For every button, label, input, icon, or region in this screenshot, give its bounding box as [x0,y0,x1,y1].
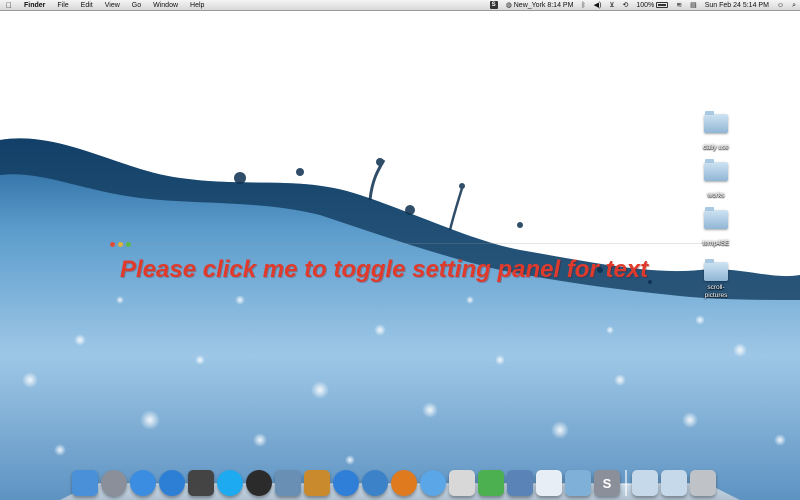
cart-icon[interactable]: ⊻ [605,0,618,11]
pencil-app-icon[interactable] [304,470,330,496]
time-machine-icon[interactable]: ⟲ [618,0,632,11]
downloads-stack-icon[interactable] [661,470,687,496]
notes-icon[interactable] [449,470,475,496]
itunes-icon[interactable] [130,470,156,496]
trash-icon[interactable] [690,470,716,496]
menu-extras: S ◍ New_York 8:14 PM ᛒ ◀) ⊻ ⟲ 100% ≋ ▤ S… [486,0,800,11]
folder-label: works [707,192,725,199]
folder-icon [704,159,728,181]
flag-us-icon[interactable]: ▤ [686,0,701,11]
world-clock-text: New_York 8:14 PM [513,1,574,9]
s-app-icon[interactable]: S [594,470,620,496]
mindmap-icon[interactable] [478,470,504,496]
documents-stack-icon[interactable] [632,470,658,496]
folder-icon [704,259,728,281]
widget-frame-line [110,243,710,244]
apple-menu-icon[interactable]:  [0,1,18,10]
menu-help[interactable]: Help [184,0,210,11]
chrome-icon[interactable] [333,470,359,496]
menu-file[interactable]: File [51,0,74,11]
dashboard-icon[interactable] [246,470,272,496]
skype-icon[interactable] [217,470,243,496]
bluetooth-icon[interactable]: ᛒ [577,0,589,11]
folder-label: daily use [703,144,729,151]
textedit-icon[interactable] [536,470,562,496]
battery-percent: 100% [636,1,655,9]
menu-view[interactable]: View [99,0,126,11]
preview-icon[interactable] [275,470,301,496]
dock: S [72,462,716,496]
toggle-setting-panel-text[interactable]: Please click me to toggle setting panel … [120,256,700,284]
dock-separator [625,470,627,496]
folder-icon [704,111,728,133]
s-status-icon[interactable]: S [486,1,502,9]
water-splash-image [0,138,800,500]
folder-label: temp4SE [702,240,730,247]
clock-text[interactable]: Sun Feb 24 5:14 PM [701,0,773,11]
wifi-icon[interactable]: ≋ [672,0,686,11]
menu-go[interactable]: Go [126,0,147,11]
battery-extra[interactable]: 100% [632,0,672,11]
minimize-icon[interactable] [118,242,123,247]
folder-label: scroll-pictures [704,284,728,299]
photo-booth-icon[interactable] [188,470,214,496]
desktop-wallpaper [0,0,800,500]
desktop-folder-scroll-pictures[interactable]: scroll-pictures [694,259,738,302]
world-clock-extra[interactable]: ◍ New_York 8:14 PM [502,0,578,11]
close-icon[interactable] [110,242,115,247]
mail-icon[interactable] [565,470,591,496]
firefox-icon[interactable] [391,470,417,496]
volume-icon[interactable]: ◀) [590,0,606,11]
app-store-icon[interactable] [159,470,185,496]
zoom-icon[interactable] [126,242,131,247]
xcode-icon[interactable] [507,470,533,496]
launchpad-icon[interactable] [101,470,127,496]
globe-icon: ◍ [505,1,512,9]
menu-bar:  Finder File Edit View Go Window Help S… [0,0,800,11]
messages-icon[interactable] [420,470,446,496]
user-icon[interactable]: ☺ [773,0,788,11]
battery-icon [656,2,669,8]
menu-edit[interactable]: Edit [75,0,99,11]
desktop-folder-daily-use[interactable]: daily use [694,111,738,154]
menu-finder[interactable]: Finder [18,0,51,11]
s-badge: S [489,1,498,9]
menu-window[interactable]: Window [147,0,184,11]
safari-icon[interactable] [362,470,388,496]
spotlight-icon[interactable]: ⌕ [788,0,800,11]
desktop-folder-works[interactable]: works [694,159,738,202]
folder-icon [704,207,728,229]
desktop-folder-temp4se[interactable]: temp4SE [694,207,738,250]
finder-icon[interactable] [72,470,98,496]
widget-window-controls [110,242,131,247]
